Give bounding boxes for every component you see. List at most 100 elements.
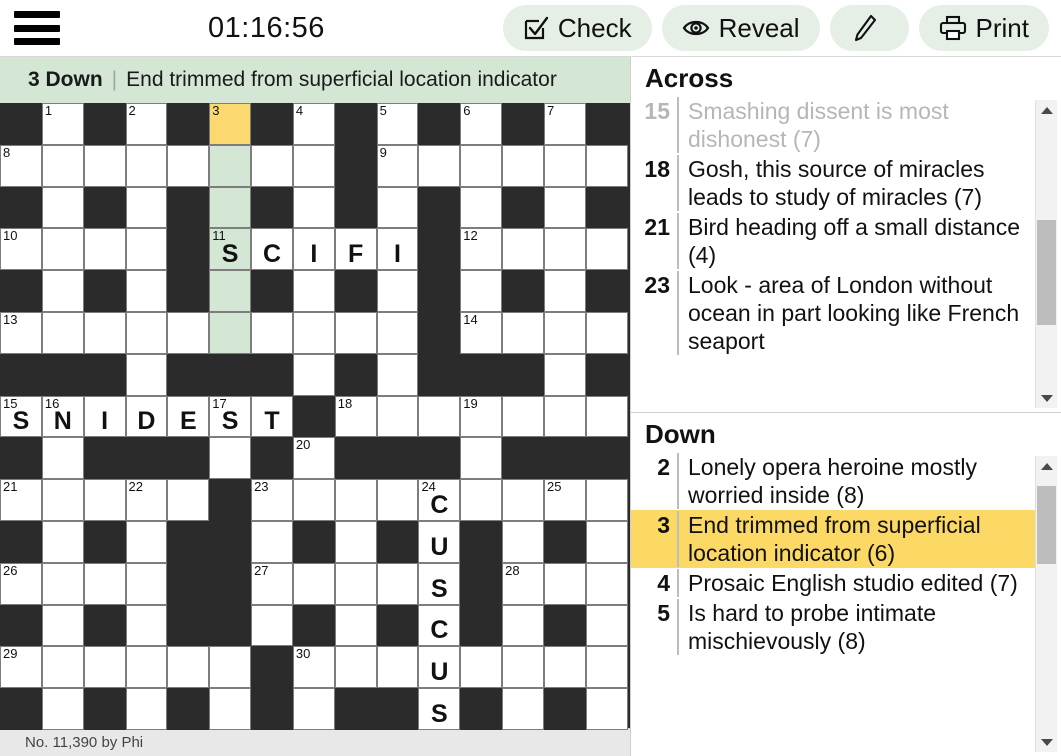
grid-cell[interactable] <box>376 395 419 438</box>
grid-cell[interactable] <box>585 395 628 438</box>
check-button[interactable]: Check <box>502 5 652 51</box>
grid-cell[interactable] <box>209 186 252 229</box>
timer-display[interactable]: 01:16:56 <box>60 12 493 45</box>
scroll-up-arrow-icon[interactable] <box>1036 102 1057 118</box>
grid-cell[interactable] <box>585 228 628 271</box>
grid-cell[interactable]: 19 <box>460 395 503 438</box>
grid-cell[interactable] <box>502 646 544 689</box>
grid-cell[interactable] <box>209 144 252 187</box>
grid-cell[interactable]: 14 <box>460 311 503 354</box>
grid-cell[interactable]: 22 <box>125 479 168 521</box>
grid-cell[interactable]: I <box>83 395 126 438</box>
grid-cell[interactable]: 5 <box>376 103 419 145</box>
hamburger-menu-icon[interactable] <box>14 11 60 45</box>
grid-cell[interactable] <box>502 144 544 187</box>
grid-cell[interactable] <box>125 270 168 312</box>
grid-cell[interactable] <box>376 562 419 605</box>
grid-cell[interactable]: S <box>418 562 461 605</box>
grid-cell[interactable] <box>83 228 126 271</box>
grid-cell[interactable] <box>83 144 126 187</box>
grid-cell[interactable] <box>334 562 377 605</box>
scroll-down-arrow-icon[interactable] <box>1036 734 1057 750</box>
grid-cell[interactable] <box>292 186 335 229</box>
clue-item[interactable]: 4 Prosaic English studio edited (7) <box>631 568 1035 598</box>
current-clue-bar[interactable]: 3 Down | End trimmed from superficial lo… <box>0 57 630 103</box>
grid-cell[interactable] <box>83 479 126 521</box>
grid-cell[interactable] <box>585 311 628 354</box>
grid-cell[interactable]: 1 <box>41 103 84 145</box>
grid-cell[interactable] <box>460 646 503 689</box>
grid-cell[interactable] <box>460 186 503 229</box>
grid-cell[interactable] <box>251 520 293 563</box>
down-scrollbar[interactable] <box>1035 456 1057 752</box>
grid-cell[interactable]: U <box>418 520 461 563</box>
grid-cell[interactable] <box>585 562 628 605</box>
grid-cell[interactable]: 18 <box>334 395 377 438</box>
grid-cell[interactable] <box>292 479 335 521</box>
grid-cell[interactable] <box>376 479 419 521</box>
grid-cell[interactable] <box>167 479 210 521</box>
grid-cell[interactable] <box>41 228 84 271</box>
grid-cell[interactable] <box>585 144 628 187</box>
grid-cell[interactable] <box>418 395 461 438</box>
grid-cell[interactable] <box>41 186 84 229</box>
scroll-up-arrow-icon[interactable] <box>1036 458 1057 474</box>
grid-cell[interactable] <box>460 437 503 480</box>
grid-cell[interactable] <box>292 311 335 354</box>
grid-cell[interactable] <box>209 311 252 354</box>
grid-cell[interactable]: 24 C <box>418 479 461 521</box>
grid-cell[interactable] <box>292 270 335 312</box>
grid-cell[interactable] <box>585 688 628 730</box>
grid-cell[interactable] <box>83 311 126 354</box>
grid-cell[interactable]: F <box>334 228 377 271</box>
grid-cell[interactable] <box>334 604 377 647</box>
grid-cell[interactable] <box>125 688 168 730</box>
grid-cell[interactable] <box>543 395 586 438</box>
clue-item[interactable]: 2 Lonely opera heroine mostly worried ins… <box>631 452 1035 510</box>
grid-cell[interactable] <box>292 562 335 605</box>
grid-cell[interactable] <box>543 311 586 354</box>
grid-cell[interactable] <box>376 186 419 229</box>
grid-cell[interactable] <box>251 604 293 647</box>
grid-cell[interactable] <box>376 311 419 354</box>
grid-cell[interactable] <box>376 353 419 396</box>
grid-cell[interactable]: I <box>376 228 419 271</box>
grid-cell[interactable] <box>376 270 419 312</box>
grid-cell[interactable]: 21 <box>0 479 42 521</box>
down-clue-list[interactable]: 2 Lonely opera heroine mostly worried ins… <box>631 452 1035 756</box>
grid-cell[interactable] <box>83 562 126 605</box>
grid-cell[interactable] <box>585 520 628 563</box>
grid-cell[interactable]: 29 <box>0 646 42 689</box>
grid-cell[interactable]: 12 <box>460 228 503 271</box>
grid-cell[interactable] <box>292 353 335 396</box>
grid-cell[interactable]: 6 <box>460 103 503 145</box>
grid-cell[interactable]: 15 S <box>0 395 42 438</box>
grid-cell[interactable] <box>41 144 84 187</box>
grid-cell[interactable] <box>502 688 544 730</box>
grid-cell[interactable] <box>502 395 544 438</box>
grid-cell[interactable] <box>209 646 252 689</box>
grid-cell[interactable] <box>543 228 586 271</box>
grid-cell[interactable] <box>41 311 84 354</box>
grid-cell[interactable] <box>460 270 503 312</box>
pencil-button[interactable] <box>829 5 909 51</box>
grid-cell[interactable] <box>41 646 84 689</box>
grid-cell[interactable] <box>585 604 628 647</box>
print-button[interactable]: Print <box>918 5 1049 51</box>
grid-cell[interactable] <box>543 646 586 689</box>
grid-cell[interactable] <box>167 311 210 354</box>
grid-cell[interactable]: T <box>251 395 293 438</box>
grid-cell[interactable] <box>334 479 377 521</box>
grid-cell[interactable] <box>125 144 168 187</box>
grid-cell[interactable]: 16 N <box>41 395 84 438</box>
grid-cell[interactable] <box>41 688 84 730</box>
grid-cell[interactable] <box>460 144 503 187</box>
grid-cell[interactable] <box>41 437 84 480</box>
clue-item[interactable]: 3 End trimmed from superficial location i… <box>631 510 1035 568</box>
grid-cell[interactable] <box>41 520 84 563</box>
clue-item[interactable]: 5 Is hard to probe intimate mischievously… <box>631 598 1035 656</box>
grid-cell[interactable]: 30 <box>292 646 335 689</box>
grid-cell[interactable] <box>125 520 168 563</box>
grid-cell[interactable]: D <box>125 395 168 438</box>
grid-cell[interactable] <box>251 144 293 187</box>
